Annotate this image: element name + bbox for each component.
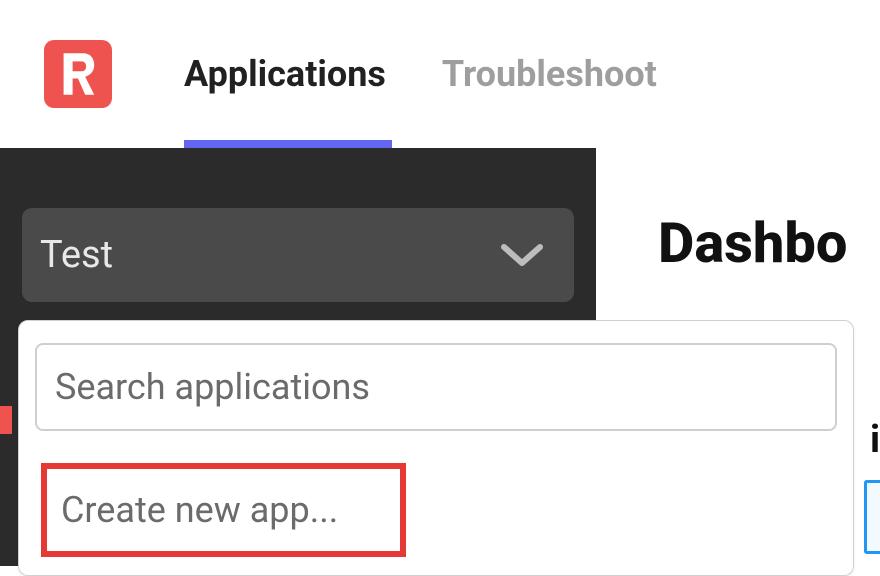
content-text-fragment: i [870, 418, 880, 462]
nav-tabs: Applications Troubleshoot [184, 0, 713, 148]
tab-applications-label: Applications [184, 53, 386, 95]
tab-troubleshoot[interactable]: Troubleshoot [442, 0, 657, 148]
create-new-app-item[interactable]: Create new app... [41, 463, 406, 557]
brand-logo [44, 40, 112, 108]
tab-applications[interactable]: Applications [184, 0, 386, 148]
app-selector-menu: Create new app... [18, 320, 854, 576]
tab-troubleshoot-label: Troubleshoot [442, 53, 657, 95]
logo-r-icon [60, 51, 96, 97]
top-header: Applications Troubleshoot [0, 0, 880, 148]
chevron-down-icon [500, 241, 544, 269]
search-applications-input[interactable] [35, 343, 837, 431]
sidebar-active-marker [0, 406, 12, 434]
create-new-app-label: Create new app... [61, 489, 338, 531]
app-selector-dropdown[interactable]: Test [22, 208, 574, 302]
page-title: Dashbo [658, 210, 880, 276]
app-selector-label: Test [40, 233, 113, 277]
callout-box-edge [864, 480, 880, 554]
